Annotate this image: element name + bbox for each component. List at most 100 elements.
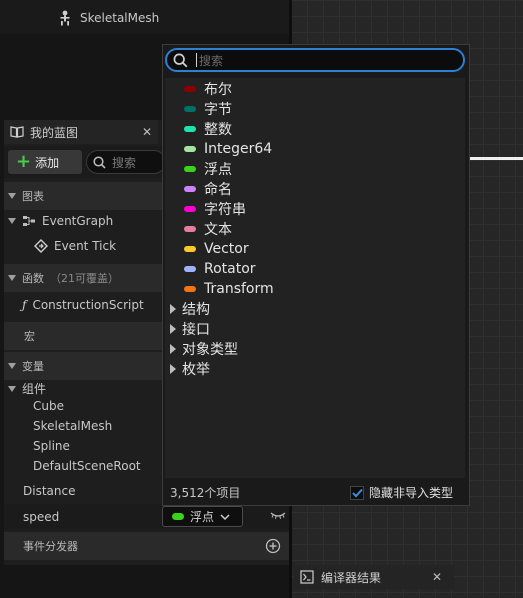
hide-unloaded-checkbox[interactable] <box>350 485 364 500</box>
graph-item-eventgraph[interactable]: EventGraph <box>8 214 113 228</box>
section-label: 函数 <box>22 272 44 285</box>
chevron-down-icon <box>220 513 230 520</box>
close-icon[interactable]: ✕ <box>432 570 442 584</box>
variable-name: speed <box>23 510 60 524</box>
component-item-skeletalmesh-top[interactable]: SkeletalMesh <box>58 8 159 28</box>
type-color-pill <box>184 126 196 132</box>
components-group[interactable]: 组件 <box>8 380 46 397</box>
component-label: Spline <box>33 439 70 453</box>
type-color-pill <box>184 106 196 112</box>
type-item-integer[interactable]: 整数 <box>184 119 232 139</box>
type-color-pill <box>184 226 196 232</box>
eventgraph-label: EventGraph <box>42 214 114 228</box>
tab-title: 我的蓝图 <box>30 125 79 140</box>
compiler-results-icon <box>300 570 314 584</box>
compiler-results-label: 编译器结果 <box>321 570 382 585</box>
category-enum[interactable]: 枚举 <box>170 359 210 379</box>
expand-icon <box>8 385 16 392</box>
float-type-pill <box>172 513 184 520</box>
my-blueprint-tab[interactable]: 我的蓝图 ✕ <box>4 120 158 144</box>
text-cursor <box>196 53 197 67</box>
category-object-types[interactable]: 对象类型 <box>170 339 238 359</box>
type-color-pill <box>184 166 196 172</box>
type-color-pill <box>184 186 196 192</box>
type-item-text[interactable]: 文本 <box>184 219 232 239</box>
category-interface[interactable]: 接口 <box>170 319 210 339</box>
search-placeholder: 搜索 <box>112 155 137 170</box>
type-label: 文本 <box>204 222 232 238</box>
type-label: 整数 <box>204 122 232 138</box>
type-label: 字节 <box>204 102 232 118</box>
category-label: 结构 <box>182 302 210 318</box>
add-button[interactable]: + 添加 <box>8 150 82 174</box>
component-item-cube[interactable]: Cube <box>33 399 64 413</box>
item-count: 3,512个项目 <box>170 485 241 500</box>
type-item-vector[interactable]: Vector <box>184 239 249 259</box>
expand-arrow-icon <box>170 344 176 354</box>
add-label: 添加 <box>35 155 60 170</box>
type-item-bool[interactable]: 布尔 <box>184 79 232 99</box>
variable-name: Distance <box>23 484 76 498</box>
variable-type-select[interactable]: 浮点 <box>162 506 243 527</box>
type-label: 浮点 <box>204 162 232 178</box>
section-label: 变量 <box>22 360 44 373</box>
type-item-byte[interactable]: 字节 <box>184 99 232 119</box>
graph-item-event-tick[interactable]: Event Tick <box>34 239 116 253</box>
type-color-pill <box>184 206 196 212</box>
function-icon: ƒ <box>22 298 27 312</box>
eye-closed-icon[interactable] <box>270 510 286 520</box>
expand-arrow-icon <box>170 304 176 314</box>
type-item-string[interactable]: 字符串 <box>184 199 246 219</box>
component-label: SkeletalMesh <box>80 11 160 25</box>
blueprint-search-input[interactable]: 搜索 <box>86 150 166 174</box>
type-item-integer64[interactable]: Integer64 <box>184 139 272 159</box>
type-label: Rotator <box>204 261 256 277</box>
type-item-transform[interactable]: Transform <box>184 279 274 299</box>
variable-type-label: 浮点 <box>190 510 215 524</box>
search-icon <box>173 53 188 67</box>
search-icon <box>93 155 106 169</box>
variable-item-speed[interactable]: speed <box>4 504 289 530</box>
hide-unloaded-label: 隐藏非导入类型 <box>369 486 454 500</box>
expand-icon <box>8 218 16 224</box>
type-label: 命名 <box>204 182 232 198</box>
checkmark-icon <box>351 488 363 498</box>
component-item-spline[interactable]: Spline <box>33 439 70 453</box>
type-label: Vector <box>204 241 249 257</box>
category-label: 接口 <box>182 322 210 338</box>
compiler-results-tab[interactable]: 编译器结果 ✕ <box>294 565 454 589</box>
type-color-pill <box>184 146 196 152</box>
component-item-skeletalmesh[interactable]: SkeletalMesh <box>33 419 112 433</box>
type-color-pill <box>184 86 196 92</box>
section-label: 事件分发器 <box>23 540 78 553</box>
type-color-pill <box>184 246 196 252</box>
close-icon[interactable]: ✕ <box>142 125 152 139</box>
type-label: Transform <box>204 281 274 297</box>
book-icon <box>10 126 24 138</box>
hide-unloaded-toggle[interactable]: 隐藏非导入类型 <box>350 484 453 501</box>
type-item-float[interactable]: 浮点 <box>184 159 232 179</box>
category-structure[interactable]: 结构 <box>170 299 210 319</box>
component-label: SkeletalMesh <box>33 419 113 433</box>
section-event-dispatchers[interactable]: 事件分发器 <box>4 532 289 560</box>
type-search-input[interactable]: 搜索 <box>165 48 465 72</box>
type-item-name[interactable]: 命名 <box>184 179 232 199</box>
function-item-constructionscript[interactable]: ƒ ConstructionScript <box>22 298 144 312</box>
type-label: Integer64 <box>204 141 273 157</box>
type-color-pill <box>184 286 196 292</box>
event-graph-icon <box>23 216 35 226</box>
section-hint: （21可覆盖） <box>50 272 119 285</box>
expand-arrow-icon <box>170 364 176 374</box>
event-node-icon <box>34 239 48 253</box>
component-label: Cube <box>33 399 64 413</box>
plus-icon: + <box>16 151 32 172</box>
component-item-defaultsceneroot[interactable]: DefaultSceneRoot <box>33 459 141 473</box>
components-group-label: 组件 <box>22 382 47 396</box>
skeletal-mesh-icon <box>60 10 70 26</box>
add-dispatcher-icon[interactable] <box>265 538 281 554</box>
event-tick-label: Event Tick <box>54 239 117 253</box>
category-label: 枚举 <box>182 362 210 378</box>
type-label: 字符串 <box>204 202 246 218</box>
category-label: 对象类型 <box>182 342 238 358</box>
type-item-rotator[interactable]: Rotator <box>184 259 256 279</box>
